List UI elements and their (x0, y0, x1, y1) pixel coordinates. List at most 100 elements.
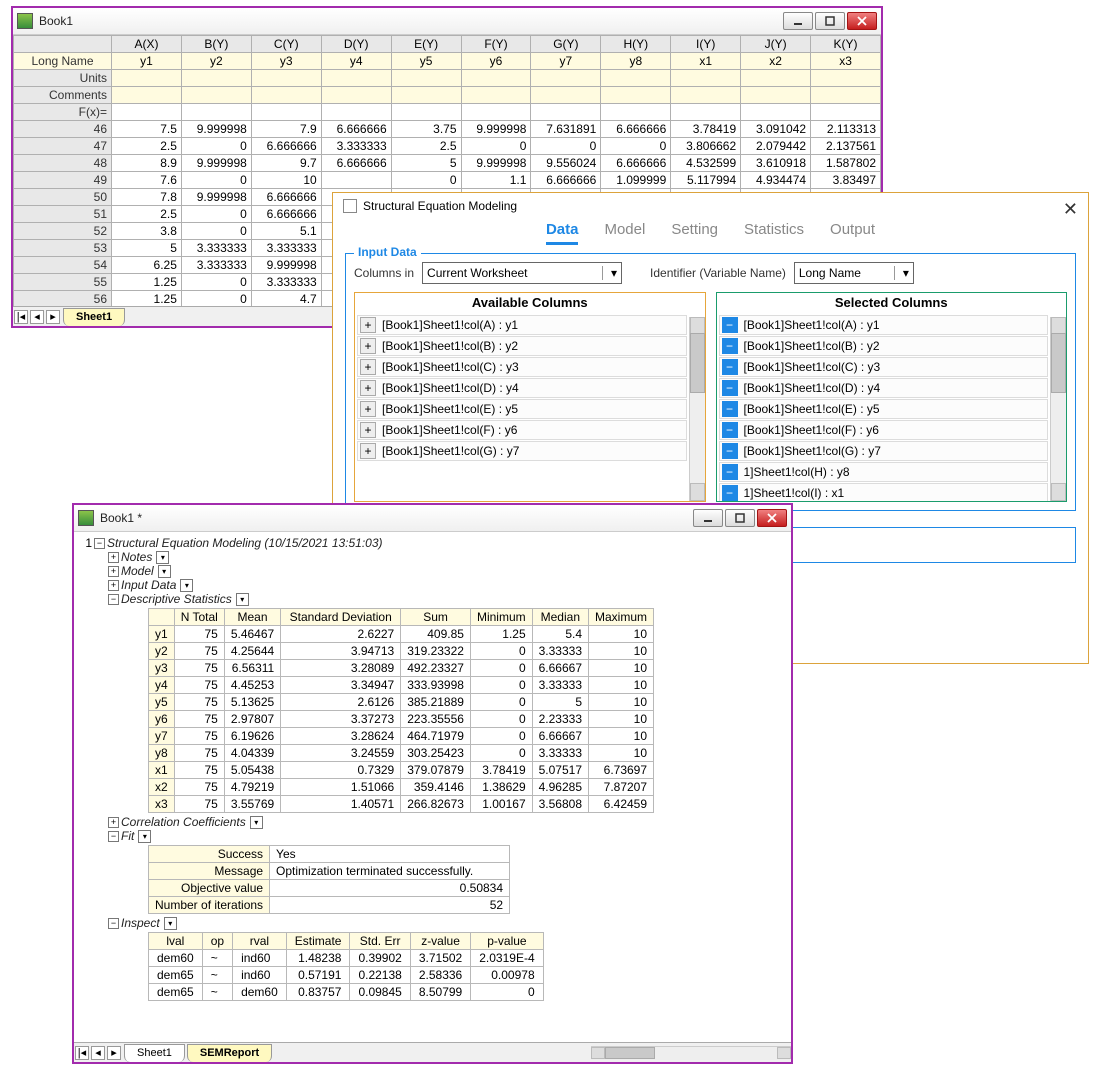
tab-statistics[interactable]: Statistics (744, 221, 804, 245)
add-column-button[interactable]: + (360, 380, 376, 396)
data-cell[interactable]: 0 (181, 138, 251, 155)
meta-cell[interactable] (811, 87, 881, 104)
data-cell[interactable]: 2.137561 (811, 138, 881, 155)
node-model[interactable]: Model (121, 564, 154, 578)
data-cell[interactable]: 0 (461, 138, 531, 155)
data-cell[interactable]: 3.75 (391, 121, 461, 138)
meta-cell[interactable] (671, 70, 741, 87)
scrollbar[interactable] (1050, 317, 1066, 501)
dropdown-icon[interactable]: ▾ (156, 551, 169, 564)
expand-toggle[interactable]: + (108, 552, 119, 563)
sheet-tab-sheet1[interactable]: Sheet1 (124, 1044, 185, 1062)
dropdown-icon[interactable]: ▾ (250, 816, 263, 829)
maximize-button[interactable] (725, 509, 755, 527)
meta-cell[interactable] (531, 104, 601, 121)
data-cell[interactable]: 9.999998 (181, 189, 251, 206)
dropdown-icon[interactable]: ▾ (164, 917, 177, 930)
minimize-button[interactable] (783, 12, 813, 30)
remove-column-button[interactable]: − (722, 485, 738, 501)
long-name-cell[interactable]: y4 (321, 53, 391, 70)
node-corr[interactable]: Correlation Coefficients (121, 815, 246, 829)
long-name-cell[interactable]: y5 (391, 53, 461, 70)
maximize-button[interactable] (815, 12, 845, 30)
data-cell[interactable]: 6.666666 (601, 121, 671, 138)
hscroll-right[interactable] (777, 1047, 791, 1059)
data-cell[interactable]: 6.666666 (251, 206, 321, 223)
remove-column-button[interactable]: − (722, 359, 738, 375)
selected-column-item[interactable]: −[Book1]Sheet1!col(A) : y1 (719, 315, 1049, 335)
data-cell[interactable]: 6.666666 (251, 138, 321, 155)
data-cell[interactable]: 3.333333 (321, 138, 391, 155)
col-header[interactable]: G(Y) (531, 36, 601, 53)
meta-cell[interactable] (181, 87, 251, 104)
meta-cell[interactable] (811, 70, 881, 87)
meta-cell[interactable] (391, 104, 461, 121)
sheet-nav-first[interactable]: |◂ (75, 1046, 89, 1060)
data-cell[interactable]: 4.934474 (741, 172, 811, 189)
data-cell[interactable]: 3.806662 (671, 138, 741, 155)
meta-cell[interactable] (112, 87, 182, 104)
sheet-nav-next[interactable]: ▸ (46, 310, 60, 324)
data-cell[interactable]: 0 (181, 223, 251, 240)
data-cell[interactable]: 7.9 (251, 121, 321, 138)
tab-model[interactable]: Model (604, 221, 645, 245)
close-button[interactable] (757, 509, 787, 527)
collapse-toggle[interactable]: − (108, 918, 119, 929)
add-column-button[interactable]: + (360, 443, 376, 459)
meta-cell[interactable] (461, 70, 531, 87)
meta-cell[interactable] (112, 70, 182, 87)
available-column-item[interactable]: +[Book1]Sheet1!col(D) : y4 (357, 378, 687, 398)
data-cell[interactable]: 3.83497 (811, 172, 881, 189)
tab-setting[interactable]: Setting (671, 221, 718, 245)
data-cell[interactable]: 7.6 (112, 172, 182, 189)
col-header[interactable]: D(Y) (321, 36, 391, 53)
dropdown-icon[interactable]: ▾ (236, 593, 249, 606)
data-cell[interactable]: 9.999998 (461, 121, 531, 138)
meta-cell[interactable] (391, 87, 461, 104)
data-cell[interactable]: 7.5 (112, 121, 182, 138)
expand-toggle[interactable]: + (108, 580, 119, 591)
remove-column-button[interactable]: − (722, 317, 738, 333)
data-cell[interactable]: 6.666666 (531, 172, 601, 189)
meta-cell[interactable] (251, 104, 321, 121)
available-column-item[interactable]: +[Book1]Sheet1!col(E) : y5 (357, 399, 687, 419)
meta-cell[interactable] (671, 104, 741, 121)
col-header[interactable]: A(X) (112, 36, 182, 53)
dropdown-icon[interactable]: ▾ (180, 579, 193, 592)
meta-cell[interactable] (321, 104, 391, 121)
remove-column-button[interactable]: − (722, 443, 738, 459)
available-column-item[interactable]: +[Book1]Sheet1!col(A) : y1 (357, 315, 687, 335)
selected-column-item[interactable]: −1]Sheet1!col(I) : x1 (719, 483, 1049, 501)
long-name-cell[interactable]: x2 (741, 53, 811, 70)
sheet-tab-semreport[interactable]: SEMReport (187, 1044, 272, 1062)
data-cell[interactable]: 3.78419 (671, 121, 741, 138)
meta-cell[interactable] (251, 87, 321, 104)
col-header[interactable]: B(Y) (181, 36, 251, 53)
tab-output[interactable]: Output (830, 221, 875, 245)
data-cell[interactable]: 3.091042 (741, 121, 811, 138)
data-cell[interactable]: 3.333333 (251, 240, 321, 257)
meta-cell[interactable] (391, 70, 461, 87)
data-cell[interactable]: 3.333333 (251, 274, 321, 291)
data-cell[interactable]: 0 (531, 138, 601, 155)
data-cell[interactable]: 1.587802 (811, 155, 881, 172)
data-cell[interactable]: 0 (391, 172, 461, 189)
node-input[interactable]: Input Data (121, 578, 176, 592)
scrollbar[interactable] (689, 317, 705, 501)
close-icon[interactable]: ✕ (1063, 199, 1078, 220)
minimize-button[interactable] (693, 509, 723, 527)
selected-column-item[interactable]: −[Book1]Sheet1!col(B) : y2 (719, 336, 1049, 356)
sheet-tab[interactable]: Sheet1 (63, 308, 125, 326)
node-desc[interactable]: Descriptive Statistics (121, 592, 232, 606)
data-cell[interactable]: 2.5 (112, 206, 182, 223)
dropdown-icon[interactable]: ▾ (158, 565, 171, 578)
add-column-button[interactable]: + (360, 422, 376, 438)
long-name-cell[interactable]: y2 (181, 53, 251, 70)
node-inspect[interactable]: Inspect (121, 916, 160, 930)
data-cell[interactable]: 5.1 (251, 223, 321, 240)
col-header[interactable]: K(Y) (811, 36, 881, 53)
sheet-nav-next[interactable]: ▸ (107, 1046, 121, 1060)
available-column-item[interactable]: +[Book1]Sheet1!col(F) : y6 (357, 420, 687, 440)
remove-column-button[interactable]: − (722, 422, 738, 438)
available-column-item[interactable]: +[Book1]Sheet1!col(C) : y3 (357, 357, 687, 377)
